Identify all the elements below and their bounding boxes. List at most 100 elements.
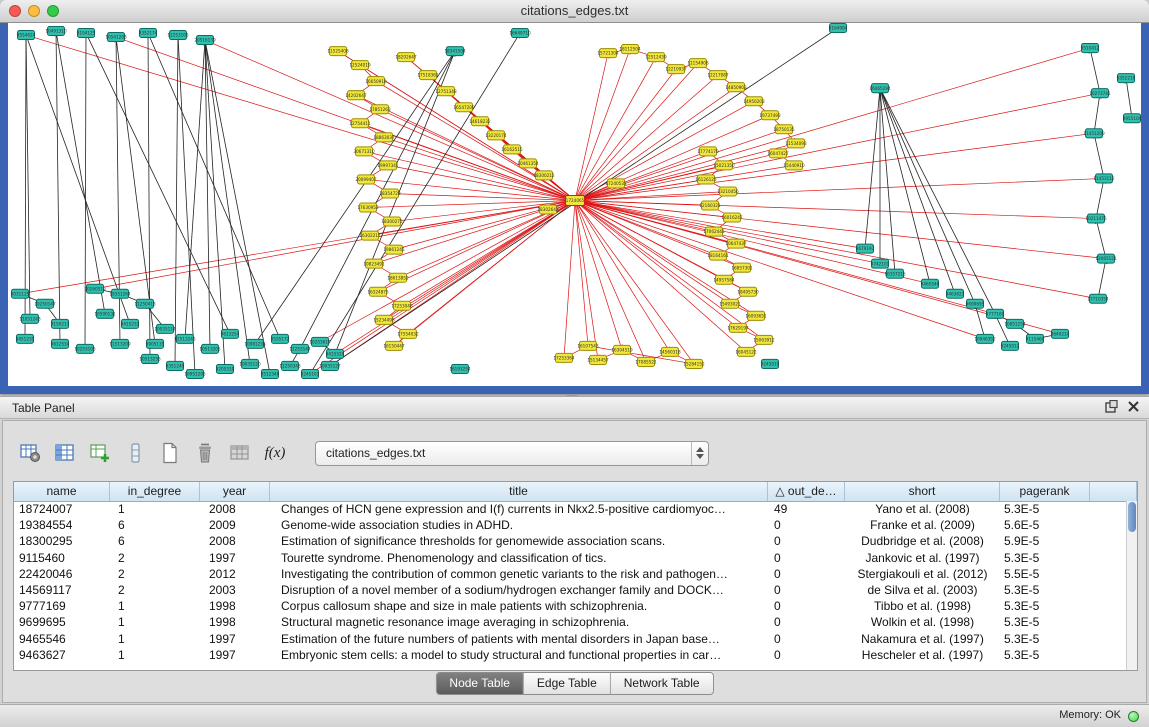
graph-node[interactable]: 10946352 (974, 334, 996, 343)
graph-node[interactable]: 10211475 (1085, 214, 1107, 223)
column-header-out_de[interactable]: △ out_de… (768, 482, 845, 501)
graph-node[interactable]: 15134457 (587, 355, 609, 364)
column-header-year[interactable]: year (200, 482, 270, 501)
graph-node[interactable]: 20099407 (355, 175, 377, 184)
show-columns-icon[interactable] (52, 440, 78, 466)
graph-node[interactable]: 10461354 (517, 159, 539, 168)
graph-node[interactable]: 10647437 (725, 239, 747, 248)
graph-node[interactable]: 15021350 (713, 161, 735, 170)
graph-node[interactable]: 11154908 (687, 59, 709, 68)
network-canvas[interactable]: 9554624104913109104125105412039352174112… (8, 23, 1141, 386)
graph-node[interactable]: 9613254 (221, 329, 240, 338)
graph-node[interactable]: 9352174 (139, 29, 158, 38)
graph-node[interactable]: 16193254 (449, 364, 471, 373)
graph-node[interactable]: 12210937 (665, 65, 687, 74)
graph-node[interactable]: 10357215 (884, 269, 906, 278)
graph-node[interactable]: 9104125 (77, 29, 96, 38)
graph-node[interactable]: 11250413 (134, 299, 156, 308)
graph-node[interactable]: 11525408 (327, 47, 349, 56)
table-row[interactable]: 911546021997Tourette syndrome. Phenomeno… (14, 550, 1126, 566)
graph-node[interactable]: 12217087 (707, 71, 729, 80)
column-header-title[interactable]: title (270, 482, 768, 501)
minimize-button[interactable] (28, 5, 40, 17)
graph-node[interactable]: 15284152 (683, 359, 705, 368)
create-column-icon[interactable] (87, 440, 113, 466)
graph-node[interactable]: 9510412 (1081, 44, 1100, 53)
graph-node[interactable]: 17774170 (697, 147, 719, 156)
graph-node[interactable]: 10951205 (184, 369, 206, 378)
graph-node[interactable]: 16857301 (731, 263, 753, 272)
graph-node[interactable]: 17062441 (703, 227, 725, 236)
graph-node[interactable]: 12065121 (1095, 254, 1117, 263)
graph-node[interactable]: 10250147 (34, 299, 56, 308)
graph-node[interactable]: 10823491 (363, 259, 385, 268)
graph-node[interactable]: 18613852 (387, 273, 409, 282)
graph-node[interactable]: 12512439 (645, 53, 667, 62)
graph-node[interactable]: 12754411 (349, 119, 371, 128)
column-header-short[interactable]: short (845, 482, 1000, 501)
graph-node[interactable]: 10273741 (1089, 89, 1111, 98)
graph-node[interactable]: 9512346 (261, 369, 280, 378)
graph-node[interactable]: 11513209 (109, 339, 131, 348)
graph-node[interactable]: 18341504 (444, 47, 466, 56)
graph-node[interactable]: 11253144 (289, 344, 311, 353)
network-graph[interactable]: 9554624104913109104125105412039352174112… (8, 23, 1141, 386)
window-titlebar[interactable]: citations_edges.txt (0, 0, 1149, 23)
graph-node[interactable]: 18300275 (381, 217, 403, 226)
graph-node[interactable]: 18495730 (737, 287, 759, 296)
graph-node[interactable]: 16126125 (695, 175, 717, 184)
graph-node[interactable]: 12751348 (435, 87, 457, 96)
graph-node[interactable]: 18750135 (773, 125, 795, 134)
graph-node[interactable]: 15063912 (753, 335, 775, 344)
graph-node[interactable]: 19997341 (377, 161, 399, 170)
graph-node[interactable]: 9465546 (921, 279, 940, 288)
graph-node[interactable]: 11513245 (174, 334, 196, 343)
zoom-button[interactable] (47, 5, 59, 17)
graph-node[interactable]: 18112504 (619, 45, 641, 54)
graph-node[interactable]: 18863037 (373, 133, 395, 142)
tab-network-table[interactable]: Network Table (611, 673, 713, 694)
graph-node[interactable]: 14957584 (713, 275, 735, 284)
graph-node[interactable]: 17554032 (397, 329, 419, 338)
graph-node[interactable]: 9777169 (986, 309, 1005, 318)
column-header-in_degree[interactable]: in_degree (110, 482, 200, 501)
graph-node[interactable]: 11453112 (1093, 174, 1115, 183)
graph-node[interactable]: 16150447 (383, 341, 405, 350)
scrollbar-thumb[interactable] (1128, 502, 1136, 532)
graph-node[interactable]: 9031125 (11, 289, 30, 298)
graph-node[interactable]: 30671310 (353, 147, 375, 156)
graph-node[interactable]: 9352210 (1117, 74, 1136, 83)
graph-node[interactable]: 17253046 (391, 301, 413, 310)
graph-node[interactable]: 11451209 (1083, 129, 1105, 138)
graph-node[interactable]: 16047427 (767, 149, 789, 158)
function-builder-icon[interactable]: f(x) (262, 440, 288, 466)
graph-node[interactable]: 15721304 (597, 49, 619, 58)
graph-node[interactable]: 16045122 (735, 347, 757, 356)
vertical-scrollbar[interactable] (1126, 501, 1137, 670)
graph-node[interactable]: 19737493 (759, 111, 781, 120)
graph-node[interactable]: 11253105 (167, 31, 189, 40)
graph-node[interactable]: 12524019 (349, 61, 371, 70)
graph-node[interactable]: 16465294 (869, 84, 891, 93)
new-table-icon[interactable] (157, 440, 183, 466)
graph-node[interactable]: 19351264 (109, 289, 131, 298)
graph-node[interactable]: 16324875 (367, 287, 389, 296)
table-row[interactable]: 1456911722003Disruption of a novel membe… (14, 582, 1126, 598)
graph-node[interactable]: 14560318 (659, 347, 681, 356)
graph-node[interactable]: 18354728 (379, 189, 401, 198)
graph-node[interactable]: 14950203 (743, 97, 765, 106)
graph-node[interactable]: 9905135 (146, 339, 165, 348)
graph-node[interactable]: 15234498 (373, 315, 395, 324)
graph-node[interactable]: 17240531 (605, 179, 627, 188)
graph-node[interactable]: 10541203 (105, 33, 127, 42)
import-table-icon[interactable] (227, 440, 253, 466)
graph-node[interactable]: 9612534 (51, 339, 70, 348)
graph-node[interactable]: 18202647 (395, 53, 417, 62)
graph-node[interactable]: 10851254 (1004, 319, 1026, 328)
graph-node[interactable]: 16016247 (721, 213, 743, 222)
graph-node[interactable]: 13220174 (485, 131, 507, 140)
graph-node[interactable]: 17629197 (727, 323, 749, 332)
graph-node[interactable]: 10253105 (74, 344, 96, 353)
column-strip-icon[interactable] (122, 440, 148, 466)
graph-node[interactable]: 8679197 (856, 244, 875, 253)
